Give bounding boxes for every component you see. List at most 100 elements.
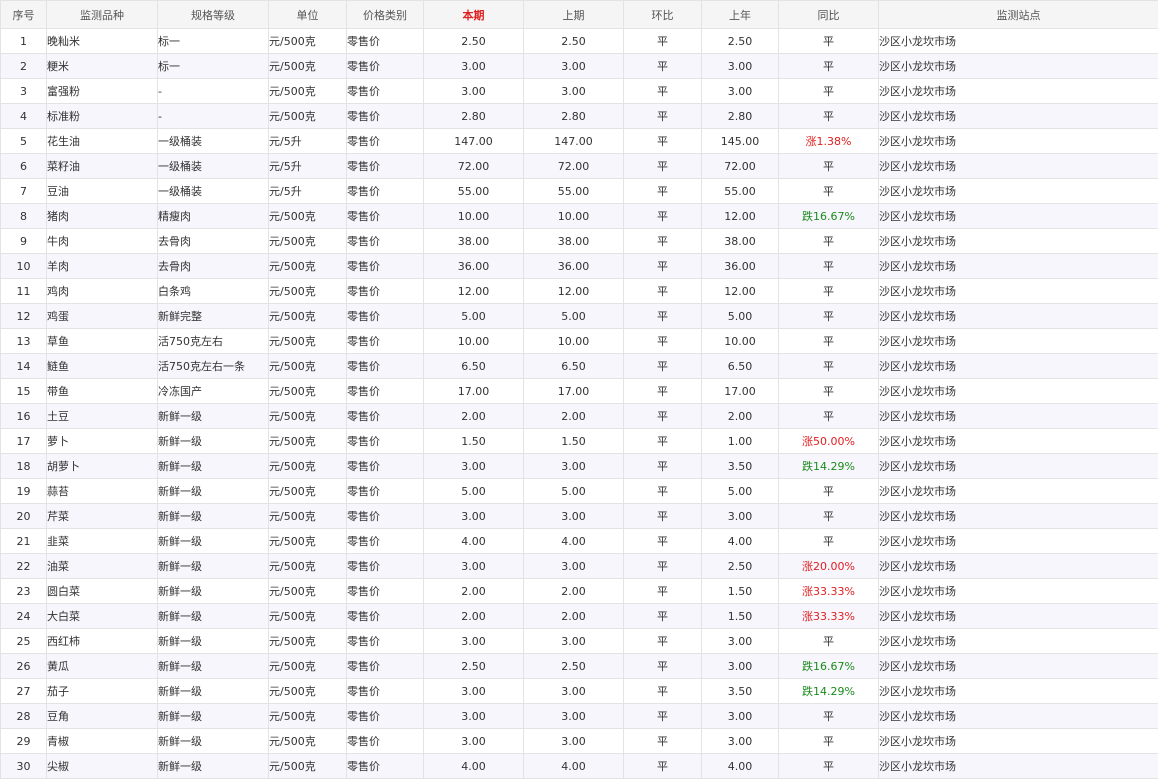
cell-seq: 21	[1, 529, 47, 554]
table-row[interactable]: 25西红柿新鲜一级元/500克零售价3.003.00平3.00平沙区小龙坎市场	[1, 629, 1158, 654]
header-previous[interactable]: 上期	[524, 1, 624, 29]
table-row[interactable]: 29青椒新鲜一级元/500克零售价3.003.00平3.00平沙区小龙坎市场	[1, 729, 1158, 754]
table-row[interactable]: 16土豆新鲜一级元/500克零售价2.002.00平2.00平沙区小龙坎市场	[1, 404, 1158, 429]
cell-current: 55.00	[424, 179, 524, 204]
cell-spec: 新鲜完整	[158, 304, 269, 329]
table-row[interactable]: 21韭菜新鲜一级元/500克零售价4.004.00平4.00平沙区小龙坎市场	[1, 529, 1158, 554]
cell-station: 沙区小龙坎市场	[879, 729, 1158, 754]
cell-spec: 去骨肉	[158, 254, 269, 279]
cell-previous: 2.50	[524, 29, 624, 54]
table-row[interactable]: 18胡萝卜新鲜一级元/500克零售价3.003.00平3.50跌14.29%沙区…	[1, 454, 1158, 479]
header-spec[interactable]: 规格等级	[158, 1, 269, 29]
header-last-year[interactable]: 上年	[702, 1, 779, 29]
header-current[interactable]: 本期	[424, 1, 524, 29]
cell-variety: 黄瓜	[47, 654, 158, 679]
cell-spec: 新鲜一级	[158, 454, 269, 479]
header-price-type[interactable]: 价格类别	[347, 1, 424, 29]
table-row[interactable]: 11鸡肉白条鸡元/500克零售价12.0012.00平12.00平沙区小龙坎市场	[1, 279, 1158, 304]
cell-spec: 白条鸡	[158, 279, 269, 304]
table-row[interactable]: 8猪肉精瘦肉元/500克零售价10.0010.00平12.00跌16.67%沙区…	[1, 204, 1158, 229]
cell-mom: 平	[624, 754, 702, 779]
table-row[interactable]: 13草鱼活750克左右元/500克零售价10.0010.00平10.00平沙区小…	[1, 329, 1158, 354]
header-yoy[interactable]: 同比	[779, 1, 879, 29]
header-mom[interactable]: 环比	[624, 1, 702, 29]
cell-current: 6.50	[424, 354, 524, 379]
cell-variety: 尖椒	[47, 754, 158, 779]
header-unit[interactable]: 单位	[269, 1, 347, 29]
table-row[interactable]: 28豆角新鲜一级元/500克零售价3.003.00平3.00平沙区小龙坎市场	[1, 704, 1158, 729]
cell-variety: 茄子	[47, 679, 158, 704]
cell-yoy: 跌14.29%	[779, 454, 879, 479]
cell-current: 72.00	[424, 154, 524, 179]
cell-seq: 7	[1, 179, 47, 204]
cell-variety: 芹菜	[47, 504, 158, 529]
cell-last-year: 3.00	[702, 654, 779, 679]
cell-mom: 平	[624, 504, 702, 529]
table-row[interactable]: 15带鱼冷冻国产元/500克零售价17.0017.00平17.00平沙区小龙坎市…	[1, 379, 1158, 404]
table-row[interactable]: 17萝卜新鲜一级元/500克零售价1.501.50平1.00涨50.00%沙区小…	[1, 429, 1158, 454]
table-row[interactable]: 26黄瓜新鲜一级元/500克零售价2.502.50平3.00跌16.67%沙区小…	[1, 654, 1158, 679]
cell-station: 沙区小龙坎市场	[879, 329, 1158, 354]
table-row[interactable]: 27茄子新鲜一级元/500克零售价3.003.00平3.50跌14.29%沙区小…	[1, 679, 1158, 704]
cell-mom: 平	[624, 529, 702, 554]
cell-last-year: 3.50	[702, 454, 779, 479]
table-row[interactable]: 6菜籽油一级桶装元/5升零售价72.0072.00平72.00平沙区小龙坎市场	[1, 154, 1158, 179]
table-row[interactable]: 14鲢鱼活750克左右一条元/500克零售价6.506.50平6.50平沙区小龙…	[1, 354, 1158, 379]
cell-yoy: 平	[779, 54, 879, 79]
cell-mom: 平	[624, 654, 702, 679]
cell-yoy: 涨33.33%	[779, 604, 879, 629]
cell-previous: 147.00	[524, 129, 624, 154]
cell-unit: 元/500克	[269, 404, 347, 429]
table-row[interactable]: 3富强粉-元/500克零售价3.003.00平3.00平沙区小龙坎市场	[1, 79, 1158, 104]
cell-seq: 16	[1, 404, 47, 429]
table-body: 1晚籼米标一元/500克零售价2.502.50平2.50平沙区小龙坎市场2粳米标…	[1, 29, 1158, 779]
cell-price-type: 零售价	[347, 604, 424, 629]
cell-spec: 冷冻国产	[158, 379, 269, 404]
cell-variety: 鸡蛋	[47, 304, 158, 329]
cell-last-year: 3.00	[702, 729, 779, 754]
table-row[interactable]: 9牛肉去骨肉元/500克零售价38.0038.00平38.00平沙区小龙坎市场	[1, 229, 1158, 254]
table-row[interactable]: 10羊肉去骨肉元/500克零售价36.0036.00平36.00平沙区小龙坎市场	[1, 254, 1158, 279]
table-row[interactable]: 4标准粉-元/500克零售价2.802.80平2.80平沙区小龙坎市场	[1, 104, 1158, 129]
cell-unit: 元/500克	[269, 554, 347, 579]
cell-seq: 11	[1, 279, 47, 304]
cell-mom: 平	[624, 229, 702, 254]
cell-current: 2.50	[424, 29, 524, 54]
table-row[interactable]: 23圆白菜新鲜一级元/500克零售价2.002.00平1.50涨33.33%沙区…	[1, 579, 1158, 604]
cell-spec: 新鲜一级	[158, 579, 269, 604]
cell-previous: 12.00	[524, 279, 624, 304]
table-row[interactable]: 12鸡蛋新鲜完整元/500克零售价5.005.00平5.00平沙区小龙坎市场	[1, 304, 1158, 329]
cell-unit: 元/500克	[269, 379, 347, 404]
cell-previous: 38.00	[524, 229, 624, 254]
table-row[interactable]: 2粳米标一元/500克零售价3.003.00平3.00平沙区小龙坎市场	[1, 54, 1158, 79]
cell-yoy: 平	[779, 104, 879, 129]
cell-station: 沙区小龙坎市场	[879, 254, 1158, 279]
cell-last-year: 12.00	[702, 279, 779, 304]
header-variety[interactable]: 监测品种	[47, 1, 158, 29]
cell-spec: 一级桶装	[158, 129, 269, 154]
cell-unit: 元/500克	[269, 729, 347, 754]
cell-spec: 新鲜一级	[158, 504, 269, 529]
table-row[interactable]: 20芹菜新鲜一级元/500克零售价3.003.00平3.00平沙区小龙坎市场	[1, 504, 1158, 529]
header-station[interactable]: 监测站点	[879, 1, 1158, 29]
table-row[interactable]: 7豆油一级桶装元/5升零售价55.0055.00平55.00平沙区小龙坎市场	[1, 179, 1158, 204]
cell-last-year: 17.00	[702, 379, 779, 404]
cell-station: 沙区小龙坎市场	[879, 504, 1158, 529]
cell-variety: 豆油	[47, 179, 158, 204]
cell-previous: 4.00	[524, 529, 624, 554]
cell-current: 10.00	[424, 204, 524, 229]
cell-previous: 2.00	[524, 579, 624, 604]
header-seq[interactable]: 序号	[1, 1, 47, 29]
table-row[interactable]: 24大白菜新鲜一级元/500克零售价2.002.00平1.50涨33.33%沙区…	[1, 604, 1158, 629]
table-row[interactable]: 30尖椒新鲜一级元/500克零售价4.004.00平4.00平沙区小龙坎市场	[1, 754, 1158, 779]
cell-unit: 元/500克	[269, 504, 347, 529]
table-row[interactable]: 22油菜新鲜一级元/500克零售价3.003.00平2.50涨20.00%沙区小…	[1, 554, 1158, 579]
cell-unit: 元/500克	[269, 429, 347, 454]
cell-station: 沙区小龙坎市场	[879, 29, 1158, 54]
cell-last-year: 36.00	[702, 254, 779, 279]
table-row[interactable]: 5花生油一级桶装元/5升零售价147.00147.00平145.00涨1.38%…	[1, 129, 1158, 154]
cell-price-type: 零售价	[347, 579, 424, 604]
cell-station: 沙区小龙坎市场	[879, 629, 1158, 654]
table-row[interactable]: 19蒜苔新鲜一级元/500克零售价5.005.00平5.00平沙区小龙坎市场	[1, 479, 1158, 504]
table-row[interactable]: 1晚籼米标一元/500克零售价2.502.50平2.50平沙区小龙坎市场	[1, 29, 1158, 54]
